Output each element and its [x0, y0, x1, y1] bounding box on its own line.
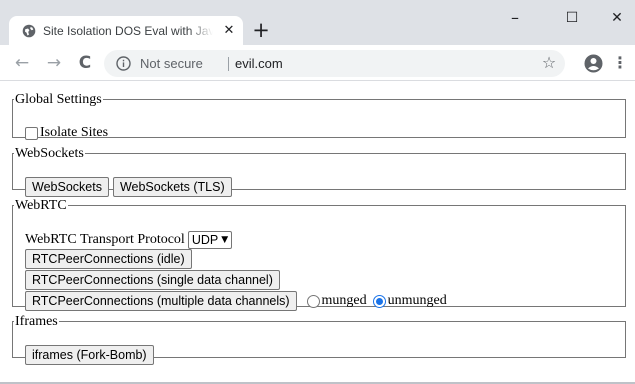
tab-close-icon[interactable]: ✕	[221, 23, 237, 39]
security-label[interactable]: Not secure	[140, 56, 203, 71]
isolate-sites-label: Isolate Sites	[40, 125, 109, 140]
page-content: Global Settings Isolate Sites WebSockets…	[0, 82, 635, 384]
reload-icon[interactable]: C	[75, 53, 95, 73]
window-close-button[interactable]: ✕	[605, 8, 629, 28]
websockets-button[interactable]: WebSockets	[25, 177, 109, 197]
chevron-down-icon: ▼	[221, 235, 229, 245]
browser-titlebar: Site Isolation DOS Eval with JavaScript …	[0, 0, 635, 45]
menu-icon[interactable]: ⋮	[612, 53, 628, 73]
star-icon[interactable]: ☆	[539, 52, 559, 72]
globe-icon	[22, 24, 36, 38]
profile-icon[interactable]	[584, 54, 603, 73]
webrtc-fieldset: WebRTC WebRTC Transport Protocol UDP ▼ R…	[12, 198, 626, 311]
websockets-tls-button[interactable]: WebSockets (TLS)	[112, 177, 232, 197]
websockets-legend: WebSockets	[15, 146, 84, 161]
munged-label: munged	[321, 293, 367, 308]
window-maximize-button[interactable]: ☐	[560, 8, 584, 28]
forward-arrow-icon[interactable]: →	[44, 53, 64, 73]
protocol-label: WebRTC Transport Protocol	[25, 232, 185, 247]
rtc-single-channel-button[interactable]: RTCPeerConnections (single data channel)	[25, 270, 280, 290]
back-arrow-icon[interactable]: ←	[12, 53, 32, 73]
window-minimize-button[interactable]: –	[503, 8, 527, 28]
rtc-idle-button[interactable]: RTCPeerConnections (idle)	[25, 249, 192, 269]
webrtc-legend: WebRTC	[15, 198, 67, 213]
rtc-multiple-channels-button[interactable]: RTCPeerConnections (multiple data channe…	[25, 291, 297, 311]
url-text[interactable]: evil.com	[235, 56, 283, 71]
protocol-select-value: UDP	[191, 233, 219, 247]
address-bar[interactable]: Not secure evil.com ☆	[104, 50, 565, 77]
iframes-fork-bomb-button[interactable]: iframes (Fork-Bomb)	[25, 345, 154, 365]
protocol-select[interactable]: UDP ▼	[187, 231, 233, 249]
tab-title: Site Isolation DOS Eval with JavaScript	[43, 24, 213, 38]
global-settings-legend: Global Settings	[15, 92, 102, 107]
rtc-multiple-row: RTCPeerConnections (multiple data channe…	[25, 291, 447, 311]
global-settings-fieldset: Global Settings Isolate Sites	[12, 92, 626, 141]
isolate-row: Isolate Sites	[25, 125, 108, 141]
unmunged-label: unmunged	[387, 293, 447, 308]
protocol-row: WebRTC Transport Protocol UDP ▼	[25, 231, 233, 249]
unmunged-radio[interactable]	[372, 294, 386, 308]
iframes-fieldset: Iframes iframes (Fork-Bomb)	[12, 314, 626, 365]
iframes-row: iframes (Fork-Bomb)	[25, 345, 158, 365]
new-tab-button[interactable]: +	[251, 20, 271, 41]
websockets-fieldset: WebSockets WebSockets WebSockets (TLS)	[12, 146, 626, 197]
info-icon[interactable]	[116, 56, 131, 71]
munged-radio[interactable]	[306, 294, 320, 308]
isolate-sites-checkbox[interactable]	[25, 126, 38, 140]
browser-tab[interactable]: Site Isolation DOS Eval with JavaScript …	[9, 16, 243, 45]
rtc-single-row: RTCPeerConnections (single data channel)	[25, 270, 284, 290]
browser-toolbar: ← → C Not secure evil.com ☆ ⋮	[0, 45, 635, 81]
iframes-legend: Iframes	[15, 314, 58, 329]
omnibox-divider	[228, 57, 229, 71]
rtc-idle-row: RTCPeerConnections (idle)	[25, 249, 196, 269]
websockets-row: WebSockets WebSockets (TLS)	[25, 177, 236, 197]
